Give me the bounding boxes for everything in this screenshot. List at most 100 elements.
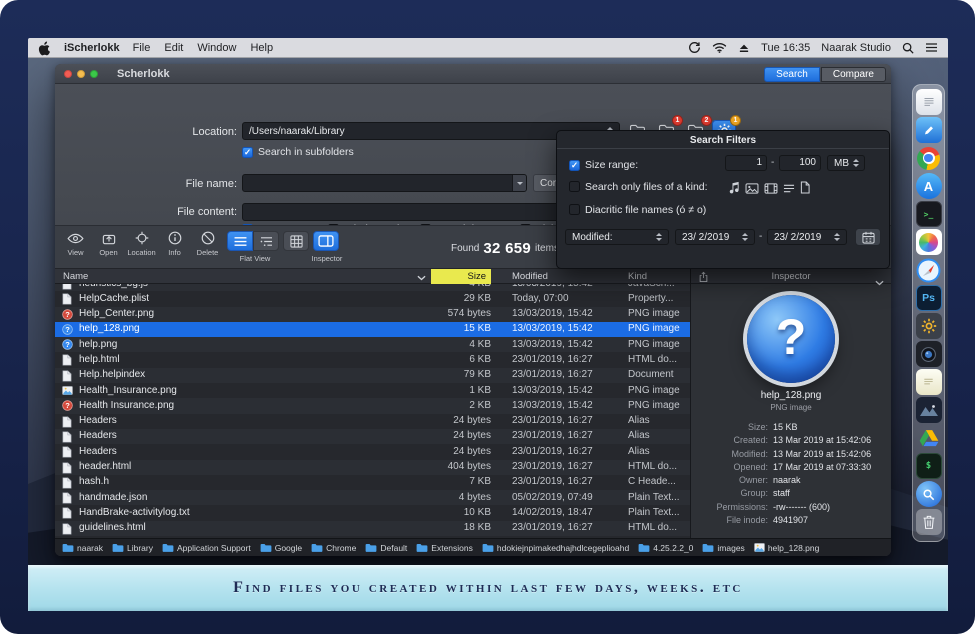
date-to-input[interactable]: 23/ 2/2019 (767, 229, 847, 245)
path-item[interactable]: 4.25.2.2_0 (638, 543, 693, 553)
table-row[interactable]: ?help_128.png15 KB13/03/2019, 15:42PNG i… (55, 322, 690, 337)
kind-filter-checkbox[interactable]: Search only files of a kind: (569, 181, 708, 193)
textedit-icon[interactable] (916, 89, 942, 115)
path-item[interactable]: hdokiejnpimakedhajhdlcegeplioahd (482, 543, 629, 553)
compare-mode-button[interactable]: Compare (821, 67, 886, 82)
scherlokk-icon[interactable] (916, 481, 942, 507)
path-item[interactable]: Library (112, 543, 153, 553)
location-button[interactable]: Location (127, 231, 156, 257)
stepper-icon (830, 233, 840, 241)
toolbar-buttons: ViewOpenLocationInfoDelete (61, 231, 222, 257)
apple-menu-icon[interactable] (38, 41, 51, 56)
trash-icon[interactable] (916, 509, 942, 535)
table-row[interactable]: HandBrake-activitylog.txt10 KB14/02/2019… (55, 505, 690, 520)
share-icon[interactable] (699, 270, 708, 288)
folder-icon (112, 543, 124, 553)
path-item[interactable]: Chrome (311, 543, 356, 553)
diacritic-checkbox[interactable]: Diacritic file names (ó ≠ o) (569, 204, 706, 216)
menu-edit[interactable]: Edit (164, 42, 183, 54)
appstore-icon[interactable]: A (916, 173, 942, 199)
size-range-checkbox[interactable]: Size range: (569, 159, 638, 171)
safari-icon[interactable] (916, 257, 942, 283)
spotlight-search-icon[interactable] (902, 42, 914, 54)
history-icon[interactable] (688, 41, 701, 54)
table-row[interactable]: ?help.png4 KB13/03/2019, 15:42PNG image (55, 337, 690, 352)
path-item[interactable]: naarak (62, 543, 103, 553)
size-to-input[interactable]: 100 (779, 155, 821, 171)
table-row[interactable]: help.html6 KB23/01/2019, 16:27HTML do... (55, 352, 690, 367)
table-row[interactable]: header.html404 bytes23/01/2019, 16:27HTM… (55, 460, 690, 475)
menu-file[interactable]: File (133, 42, 151, 54)
preview-icon[interactable] (916, 397, 942, 423)
kind-filter-row: Search only files of a kind: (557, 179, 889, 197)
file-name-input[interactable] (242, 174, 527, 192)
date-from-input[interactable]: 23/ 2/2019 (675, 229, 755, 245)
file-icon (62, 293, 73, 305)
photoshop-icon[interactable]: Ps (916, 285, 942, 311)
path-item[interactable]: Application Support (162, 543, 251, 553)
file-content-input[interactable] (242, 203, 560, 221)
tree-view-button[interactable] (253, 231, 279, 251)
minimize-button[interactable] (77, 70, 85, 78)
column-header-size[interactable]: Size (431, 269, 491, 284)
svg-text:?: ? (65, 325, 70, 334)
stickies-icon[interactable] (916, 369, 942, 395)
notification-center-icon[interactable] (925, 42, 938, 53)
table-row[interactable]: ?Health Insurance.png2 KB13/03/2019, 15:… (55, 398, 690, 413)
grid-view-button[interactable] (283, 231, 309, 251)
path-item[interactable]: Default (365, 543, 407, 553)
zoom-button[interactable] (90, 70, 98, 78)
flat-view-button[interactable] (227, 231, 253, 251)
modified-select[interactable]: Modified: (565, 229, 669, 245)
table-row[interactable]: handmade.json4 bytes05/02/2019, 07:49Pla… (55, 490, 690, 505)
menu-clock[interactable]: Tue 16:35 (761, 42, 810, 54)
table-row[interactable]: Headers24 bytes23/01/2019, 16:27Alias (55, 444, 690, 459)
path-item[interactable]: images (702, 543, 744, 553)
calendar-button[interactable] (855, 228, 881, 246)
delete-button[interactable]: Delete (193, 231, 222, 257)
iterm-icon[interactable]: $ (916, 453, 942, 479)
table-row[interactable]: guidelines.html18 KB23/01/2019, 16:27HTM… (55, 521, 690, 536)
camera-icon[interactable] (916, 341, 942, 367)
inspector-field: Modified:13 Mar 2019 at 15:42:06 (691, 448, 888, 461)
table-row[interactable]: ?Help_Center.png574 bytes13/03/2019, 15:… (55, 307, 690, 322)
subfolders-checkbox[interactable]: Search in subfolders (242, 146, 354, 158)
table-row[interactable]: hash.h7 KB23/01/2019, 16:27C Heade... (55, 475, 690, 490)
column-header-modified[interactable]: Modified (512, 269, 548, 284)
column-header-kind[interactable]: Kind (628, 269, 647, 284)
chrome-icon[interactable] (916, 145, 942, 171)
size-from-input[interactable]: 1 (725, 155, 767, 171)
inspector-toggle-button[interactable] (313, 231, 339, 251)
column-header-name[interactable]: Name (63, 269, 88, 284)
photos-icon[interactable] (916, 229, 942, 255)
table-row[interactable]: Headers24 bytes23/01/2019, 16:27Alias (55, 414, 690, 429)
terminal-icon[interactable]: >_ (916, 201, 942, 227)
search-mode-button[interactable]: Search (764, 67, 820, 82)
close-button[interactable] (64, 70, 72, 78)
menu-window[interactable]: Window (197, 42, 236, 54)
info-button[interactable]: Info (160, 231, 189, 257)
table-row[interactable]: Help.helpindex79 KB23/01/2019, 16:27Docu… (55, 368, 690, 383)
pages-icon[interactable] (916, 117, 942, 143)
folder-icon (638, 543, 650, 553)
collapse-chevron-icon[interactable] (875, 273, 884, 291)
path-item[interactable]: Google (260, 543, 302, 553)
open-button[interactable]: Open (94, 231, 123, 257)
automator-icon[interactable] (916, 313, 942, 339)
size-unit-select[interactable]: MB (827, 155, 865, 171)
gdrive-icon[interactable] (916, 425, 942, 451)
wifi-icon[interactable] (712, 42, 727, 53)
title-bar[interactable]: Scherlokk Search Compare (55, 64, 891, 84)
diacritic-row: Diacritic file names (ó ≠ o) (557, 202, 889, 220)
menu-help[interactable]: Help (250, 42, 273, 54)
app-menu-title[interactable]: iScherlokk (64, 42, 120, 54)
table-row[interactable]: Headers24 bytes23/01/2019, 16:27Alias (55, 429, 690, 444)
table-row[interactable]: heuristics_bg.js4 KB13/03/2019, 15:42Jav… (55, 284, 690, 291)
path-item[interactable]: Extensions (416, 543, 473, 553)
path-item[interactable]: help_128.png (754, 542, 820, 553)
eject-icon[interactable] (738, 43, 750, 53)
table-row[interactable]: Health_Insurance.png1 KB13/03/2019, 15:4… (55, 383, 690, 398)
menu-account[interactable]: Naarak Studio (821, 42, 891, 54)
view-button[interactable]: View (61, 231, 90, 257)
table-row[interactable]: HelpCache.plist29 KBToday, 07:00Property… (55, 291, 690, 306)
